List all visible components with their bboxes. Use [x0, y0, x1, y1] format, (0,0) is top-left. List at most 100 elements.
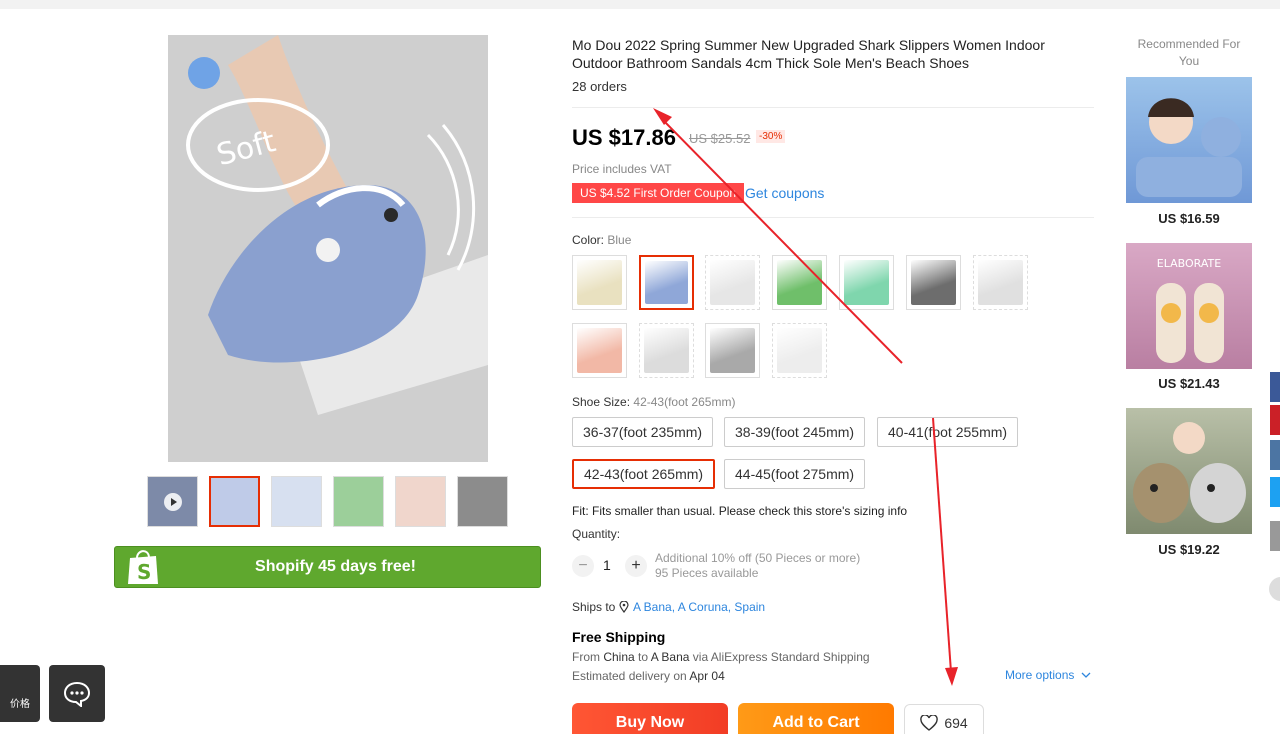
coupon-badge[interactable]: US $4.52 First Order Coupon: [572, 183, 745, 203]
heart-icon: [920, 715, 939, 731]
order-count: 28 orders: [572, 79, 627, 94]
quantity-value[interactable]: 1: [603, 557, 611, 573]
swatch-image: [777, 260, 822, 305]
share-facebook-icon[interactable]: [1270, 372, 1280, 402]
swatch-image: [911, 260, 956, 305]
route-to: to: [638, 650, 649, 664]
share-pinterest-icon[interactable]: [1270, 405, 1280, 435]
quantity-label: Quantity:: [572, 527, 621, 541]
product-page: Soft S Shopify 45 days free! Mo Dou 2022…: [0, 0, 1280, 734]
swatch-image: [577, 260, 622, 305]
vat-note: Price includes VAT: [572, 162, 672, 176]
thumbnail-grey[interactable]: [457, 476, 508, 527]
recommended-caption: ELABORATE: [1157, 257, 1221, 270]
original-price: US $25.52: [689, 131, 751, 146]
location-pin-icon: [619, 601, 629, 613]
swatch-image: [644, 328, 689, 373]
route-via: via AliExpress Standard Shipping: [692, 650, 870, 664]
color-swatch-white[interactable]: [705, 255, 760, 310]
shopify-banner[interactable]: S Shopify 45 days free!: [114, 546, 541, 588]
quantity-minus-button[interactable]: −: [572, 555, 594, 577]
free-shipping-title: Free Shipping: [572, 629, 666, 645]
chevron-down-icon: [1081, 672, 1091, 678]
swatch-image: [844, 260, 889, 305]
size-option-36-37[interactable]: 36-37(foot 235mm): [572, 417, 714, 447]
ship-location-link[interactable]: A Bana, A Coruna, Spain: [633, 600, 765, 614]
color-swatch-black[interactable]: [906, 255, 961, 310]
share-more-icon[interactable]: [1270, 521, 1280, 551]
scroll-top-icon[interactable]: [1269, 577, 1280, 601]
route-city: A Bana: [650, 650, 690, 664]
wishlist-count: 694: [944, 715, 968, 731]
thumbnail-blue-side[interactable]: [271, 476, 322, 527]
recommended-price: US $19.22: [1158, 542, 1220, 557]
size-selected-value: 42-43(foot 265mm): [633, 395, 736, 409]
shipping-route: From China to A Bana via AliExpress Stan…: [572, 650, 870, 664]
get-coupons-link[interactable]: Get coupons: [745, 185, 824, 201]
color-swatch-green[interactable]: [772, 255, 827, 310]
swatch-image: [777, 328, 822, 373]
share-twitter-icon[interactable]: [1270, 477, 1280, 507]
recommended-item-image[interactable]: ELABORATE: [1126, 243, 1252, 369]
thumbnail-green[interactable]: [333, 476, 384, 527]
recommended-photo: ELABORATE: [1156, 257, 1224, 363]
bulk-discount-note: Additional 10% off (50 Pieces or more): [655, 551, 861, 565]
thumbnail-blue[interactable]: [209, 476, 260, 527]
play-icon: [164, 493, 182, 511]
thumbnail-pink[interactable]: [395, 476, 446, 527]
add-to-cart-button[interactable]: Add to Cart: [738, 703, 894, 734]
color-swatch-beige[interactable]: [572, 255, 627, 310]
color-swatch-dark-grey[interactable]: [705, 323, 760, 378]
route-from: From: [572, 650, 600, 664]
color-label: Color: Blue: [572, 233, 631, 247]
recommended-item-image[interactable]: [1126, 77, 1252, 203]
swatch-image: [710, 260, 755, 305]
more-options-link[interactable]: More options: [1005, 668, 1091, 682]
recommended-photo: [1133, 422, 1246, 523]
divider: [572, 217, 1094, 218]
color-swatch-pink[interactable]: [572, 323, 627, 378]
color-swatch-off-white[interactable]: [772, 323, 827, 378]
color-selected-value: Blue: [607, 233, 632, 247]
ships-to-label: Ships to: [572, 600, 616, 614]
wishlist-button[interactable]: 694: [904, 704, 984, 734]
price-widget-label: 价格: [10, 699, 30, 710]
shopify-banner-text: Shopify 45 days free!: [255, 558, 416, 575]
recommended-price: US $16.59: [1158, 211, 1220, 226]
recommended-price: US $21.43: [1158, 376, 1220, 391]
price-compare-widget[interactable]: 价格: [0, 665, 40, 722]
chat-bubble-icon: [63, 681, 91, 707]
swatch-image: [645, 261, 688, 304]
color-swatch-silver[interactable]: [639, 323, 694, 378]
swatch-image: [577, 328, 622, 373]
recommended-title: Recommended For You: [1137, 37, 1241, 68]
size-option-42-43[interactable]: 42-43(foot 265mm): [572, 459, 716, 489]
main-product-image[interactable]: Soft: [168, 35, 488, 462]
more-options-label: More options: [1005, 668, 1075, 682]
color-swatch-blue[interactable]: [639, 255, 694, 310]
size-option-40-41[interactable]: 40-41(foot 255mm): [877, 417, 1019, 447]
divider: [572, 107, 1094, 108]
size-option-44-45[interactable]: 44-45(foot 275mm): [724, 459, 866, 489]
estimated-label: Estimated delivery on: [572, 669, 687, 683]
product-title: Mo Dou 2022 Spring Summer New Upgraded S…: [572, 37, 1045, 71]
recommended-item-image[interactable]: [1126, 408, 1252, 534]
route-country: China: [603, 650, 635, 664]
fit-note: Fit: Fits smaller than usual. Please che…: [572, 504, 908, 518]
estimated-date: Apr 04: [689, 669, 725, 683]
discount-badge: -30%: [756, 130, 786, 143]
size-label: Shoe Size: 42-43(foot 265mm): [572, 395, 735, 409]
stock-note: 95 Pieces available: [655, 566, 759, 580]
color-swatch-mint[interactable]: [839, 255, 894, 310]
chat-button[interactable]: [49, 665, 105, 722]
quantity-plus-button[interactable]: +: [625, 555, 647, 577]
color-swatch-light-grey[interactable]: [973, 255, 1028, 310]
share-vk-icon[interactable]: [1270, 440, 1280, 470]
shopify-bag-icon: S: [115, 546, 171, 588]
recommended-photo: [1136, 98, 1242, 197]
product-photo: Soft: [168, 35, 488, 462]
buy-now-button[interactable]: Buy Now: [572, 703, 728, 734]
current-price: US $17.86: [572, 125, 676, 150]
size-option-38-39[interactable]: 38-39(foot 245mm): [724, 417, 866, 447]
thumbnail-video[interactable]: [147, 476, 198, 527]
